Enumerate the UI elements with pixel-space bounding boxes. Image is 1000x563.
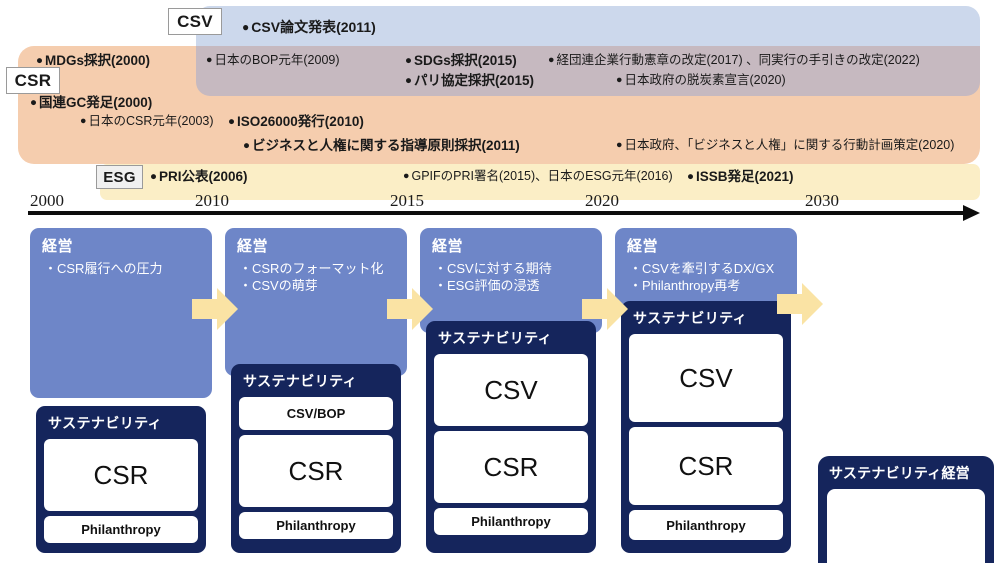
management-box: 経営・CSVに対する期待 ・ESG評価の浸透: [420, 228, 602, 333]
management-title: 経営: [42, 238, 74, 255]
management-box: 経営・CSR履行への圧力: [30, 228, 212, 398]
management-title: 経営: [237, 238, 269, 255]
timeline-event-csr-3: 経団連企業行動憲章の改定(2017) 、同実行の手引きの改定(2022): [548, 53, 920, 68]
management-bullets: ・CSR履行への圧力: [30, 258, 212, 277]
arrow-shaft: [192, 299, 219, 319]
arrow-shaft: [582, 299, 609, 319]
sustainability-cell-philanthropy: Philanthropy: [629, 510, 783, 540]
sustainability-cell-csv-bop: CSV/BOP: [239, 397, 393, 430]
sustainability-cell-philanthropy: Philanthropy: [44, 516, 198, 543]
management-bullet-1: ・ESG評価の浸透: [434, 278, 540, 294]
management-bullet-0: ・CSVに対する期待: [434, 261, 552, 276]
diagram-canvas: CSV CSR ESG CSV論文発表(2011)MDGs採択(2000)日本の…: [0, 0, 1000, 563]
management-bullet-1: ・Philanthropy再考: [629, 278, 741, 294]
management-bullet-1: ・CSVの萌芽: [239, 278, 318, 294]
year-label-2020: 2020: [585, 191, 619, 210]
timeline-event-csr-10: 日本政府、「ビジネスと人権」に関する行動計画策定(2020): [616, 138, 955, 153]
timeline-event-csr-5: 日本政府の脱炭素宣言(2020): [616, 73, 786, 88]
sustainability-management-box: サステナビリティ経営 CSV CSR Philanthropy: [818, 456, 994, 563]
stage-arrow-2: [387, 288, 433, 330]
csv-band-label: CSV: [168, 8, 222, 35]
stage-arrow-1: [192, 288, 238, 330]
sustainability-box: サステナビリティ CSV CSR Philanthropy: [621, 301, 791, 553]
timeline-event-csr-1: 日本のBOP元年(2009): [206, 53, 340, 68]
sustainability-title: サステナビリティ: [633, 310, 748, 326]
management-title: 経営: [432, 238, 464, 255]
sustainability-cell-csr: CSR: [629, 427, 783, 505]
arrow-shaft: [777, 294, 804, 314]
arrow-head-icon: [412, 288, 433, 330]
timeline-event-esg-2: ISSB発足(2021): [687, 169, 794, 185]
sustainability-box: サステナビリティ CSV CSR Philanthropy: [426, 321, 596, 553]
sustainability-title: サステナビリティ: [48, 415, 163, 431]
sustainability-cell-csv: CSV: [434, 354, 588, 426]
sustainability-title: サステナビリティ: [438, 330, 553, 346]
sustainability-cell-csr: CSR: [239, 435, 393, 507]
year-label-2030: 2030: [805, 191, 839, 210]
timeline-event-csr-6: 国連GC発足(2000): [30, 95, 152, 111]
management-bullets: ・CSVを牽引するDX/GX ・Philanthropy再考: [615, 258, 797, 294]
timeline-event-csr-2: SDGs採択(2015): [405, 53, 517, 69]
management-bullet-0: ・CSR履行への圧力: [44, 261, 163, 276]
timeline-event-csr-7: 日本のCSR元年(2003): [80, 114, 214, 129]
management-bullet-0: ・CSRのフォーマット化: [239, 261, 384, 276]
timeline-event-csr-8: ISO26000発行(2010): [228, 114, 364, 130]
sustainability-title: サステナビリティ: [243, 373, 358, 389]
stage-arrow-4: [777, 283, 823, 325]
sustainability-cell-philanthropy: Philanthropy: [239, 512, 393, 539]
year-label-2000: 2000: [30, 191, 64, 210]
timeline-axis: [28, 211, 966, 215]
sustainability-cell-philanthropy: Philanthropy: [434, 508, 588, 535]
timeline-event-esg-1: GPIFのPRI署名(2015)、日本のESG元年(2016): [403, 169, 673, 184]
timeline-axis-arrowhead: [963, 205, 980, 221]
timeline-event-csr-9: ビジネスと人権に関する指導原則採択(2011): [243, 138, 520, 154]
csr-band-label: CSR: [6, 67, 60, 94]
management-title: 経営: [627, 238, 659, 255]
sustainability-management-content: CSV CSR Philanthropy: [827, 489, 985, 563]
management-box: 経営・CSRのフォーマット化 ・CSVの萌芽: [225, 228, 407, 376]
management-bullets: ・CSRのフォーマット化 ・CSVの萌芽: [225, 258, 407, 294]
management-bullets: ・CSVに対する期待 ・ESG評価の浸透: [420, 258, 602, 294]
arrow-head-icon: [217, 288, 238, 330]
sustainability-cell-csr: CSR: [44, 439, 198, 511]
sustainability-management-title: サステナビリティ経営: [829, 465, 970, 481]
timeline-event-esg-0: PRI公表(2006): [150, 169, 248, 185]
year-label-2010: 2010: [195, 191, 229, 210]
arrow-head-icon: [607, 288, 628, 330]
sustainability-box: サステナビリティ CSV/BOP CSR Philanthropy: [231, 364, 401, 553]
management-bullet-0: ・CSVを牽引するDX/GX: [629, 261, 775, 276]
sustainability-box: サステナビリティ CSR Philanthropy: [36, 406, 206, 553]
sustainability-cell-csr: CSR: [434, 431, 588, 503]
arrow-shaft: [387, 299, 414, 319]
stage-arrow-3: [582, 288, 628, 330]
esg-band-label: ESG: [96, 165, 143, 189]
arrow-head-icon: [802, 283, 823, 325]
year-label-2015: 2015: [390, 191, 424, 210]
timeline-event-csr-4: パリ協定採択(2015): [405, 73, 534, 89]
sustainability-cell-csv: CSV: [629, 334, 783, 422]
timeline-event-csv-0: CSV論文発表(2011): [242, 19, 375, 35]
